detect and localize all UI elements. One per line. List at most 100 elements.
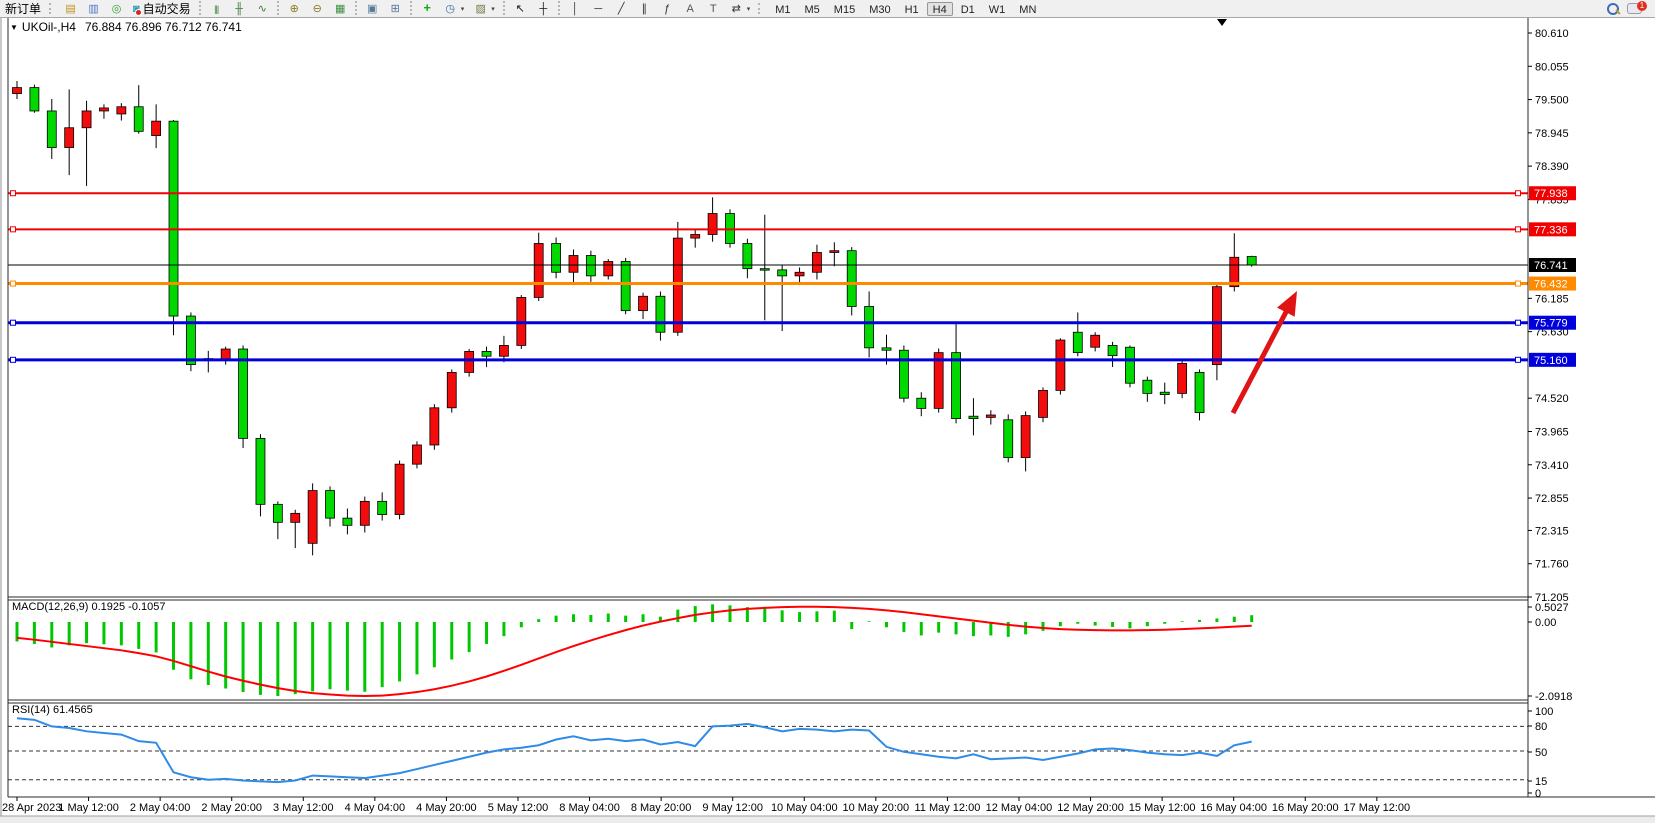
line-handle[interactable] (11, 227, 16, 232)
timeframe-m30-button[interactable]: M30 (863, 2, 896, 16)
add-indicator-icon: + (421, 1, 434, 14)
candle-chart-button[interactable]: ╫ (229, 2, 250, 17)
svg-text:8 May 20:00: 8 May 20:00 (631, 802, 692, 814)
line-handle[interactable] (1516, 191, 1521, 196)
text-button[interactable]: A (680, 2, 701, 17)
vertical-line-button[interactable]: │ (565, 2, 586, 17)
search-icon[interactable] (1605, 2, 1621, 16)
candle-chart-icon: ╫ (233, 3, 246, 16)
text-label-button[interactable]: T (703, 2, 724, 17)
chart-symbol: UKOil-,H4 (22, 20, 76, 34)
timeframe-w1-button[interactable]: W1 (983, 2, 1012, 16)
line-handle[interactable] (1516, 320, 1521, 325)
autotrading-label: 自动交易 (143, 2, 191, 16)
svg-text:10 May 20:00: 10 May 20:00 (843, 802, 910, 814)
zoom-in-button[interactable]: ⊕ (284, 2, 305, 17)
line-handle[interactable] (11, 357, 16, 362)
line-handle[interactable] (11, 191, 16, 196)
timeframe-m1-button[interactable]: M1 (769, 2, 796, 16)
arrange-tile-icon: ⊞ (389, 3, 402, 16)
crosshair-icon: ┼ (537, 3, 550, 16)
timeframe-m15-button[interactable]: M15 (828, 2, 861, 16)
shapes-button[interactable]: ⇄▾ (726, 2, 755, 17)
svg-text:16 May 20:00: 16 May 20:00 (1272, 802, 1339, 814)
svg-text:100: 100 (1535, 706, 1553, 718)
svg-text:78.945: 78.945 (1535, 128, 1569, 140)
price-chart[interactable]: 80.61080.05579.50078.94578.39077.83576.1… (0, 0, 1655, 823)
autotrading-button[interactable]: ◙ 自动交易 (129, 1, 195, 16)
svg-text:80.055: 80.055 (1535, 61, 1569, 73)
horizontal-line-button[interactable]: ─ (588, 2, 609, 17)
svg-text:12 May 04:00: 12 May 04:00 (986, 802, 1053, 814)
zoom-out-button[interactable]: ⊖ (307, 2, 328, 17)
svg-text:71.760: 71.760 (1535, 559, 1569, 571)
svg-text:80.610: 80.610 (1535, 28, 1569, 40)
bar-chart-icon: ||| (210, 3, 223, 16)
one-click-caret-icon[interactable]: ▼ (10, 23, 18, 32)
charts-window-button[interactable]: ▥ (83, 2, 104, 17)
chart-background (0, 17, 1655, 823)
line-handle[interactable] (1516, 357, 1521, 362)
line-handle[interactable] (11, 320, 16, 325)
add-indicator-button[interactable]: + (417, 0, 438, 15)
timeframe-d1-button[interactable]: D1 (955, 2, 981, 16)
svg-text:16 May 04:00: 16 May 04:00 (1200, 802, 1267, 814)
timeframe-h1-button[interactable]: H1 (899, 2, 925, 16)
svg-text:2 May 20:00: 2 May 20:00 (201, 802, 262, 814)
chevron-down-icon: ▾ (747, 3, 751, 17)
timeframe-m5-button[interactable]: M5 (799, 2, 826, 16)
toolbar-grip (503, 1, 505, 15)
line-handle[interactable] (11, 281, 16, 286)
templates-button[interactable]: ▨▾ (470, 2, 499, 17)
line-handle[interactable] (1516, 281, 1521, 286)
svg-text:0.5027: 0.5027 (1535, 602, 1569, 614)
svg-text:4 May 04:00: 4 May 04:00 (345, 802, 406, 814)
timeframe-mn-button[interactable]: MN (1013, 2, 1042, 16)
new-order-button[interactable]: 新订单 (1, 1, 45, 16)
svg-text:77.336: 77.336 (1534, 224, 1568, 236)
line-chart-icon: ∿ (256, 3, 269, 16)
toolbar-icon-groups: |||╫∿⊕⊖▦▣⊞+◷▾▨▾↖┼│─╱∥ƒAT⇄▾ (196, 0, 756, 17)
shapes-icon: ⇄ (730, 3, 743, 16)
tile-windows-button[interactable]: ▦ (330, 2, 351, 17)
trendline-button[interactable]: ╱ (611, 2, 632, 17)
fibonacci-button[interactable]: ƒ (657, 2, 678, 17)
channel-icon: ∥ (638, 3, 651, 16)
timeframe-h4-button[interactable]: H4 (927, 2, 953, 16)
svg-text:79.500: 79.500 (1535, 95, 1569, 107)
line-chart-button[interactable]: ∿ (252, 2, 273, 17)
svg-text:10 May 04:00: 10 May 04:00 (771, 802, 838, 814)
svg-text:50: 50 (1535, 747, 1547, 759)
toolbar-grip (355, 1, 357, 15)
svg-text:2 May 04:00: 2 May 04:00 (130, 802, 191, 814)
cursor-button[interactable]: ↖ (510, 2, 531, 17)
vertical-line-icon: │ (569, 3, 582, 16)
text-label-icon: T (707, 3, 720, 16)
periods-clock-button[interactable]: ◷▾ (440, 2, 469, 17)
new-order-label: 新订单 (5, 2, 41, 16)
arrange-tile-button[interactable]: ⊞ (385, 2, 406, 17)
horizontal-line-icon: ─ (592, 3, 605, 16)
market-radar-button[interactable]: ◎ (106, 2, 127, 17)
svg-text:76.432: 76.432 (1534, 279, 1568, 291)
crosshair-button[interactable]: ┼ (533, 2, 554, 17)
print-stack-button[interactable]: ▤ (60, 2, 81, 17)
toolbar-grip (758, 3, 764, 14)
notification-badge: 1 (1637, 1, 1647, 11)
channel-button[interactable]: ∥ (634, 2, 655, 17)
chart-ohlc: 76.884 76.896 76.712 76.741 (85, 20, 242, 34)
toolbar-grip (49, 3, 55, 14)
svg-text:1 May 12:00: 1 May 12:00 (58, 802, 119, 814)
svg-text:3 May 12:00: 3 May 12:00 (273, 802, 334, 814)
arrange-cascade-button[interactable]: ▣ (362, 2, 383, 17)
tile-windows-icon: ▦ (334, 3, 347, 16)
chart-title: ▼ UKOil-,H4 76.884 76.896 76.712 76.741 (10, 20, 242, 34)
notifications-icon[interactable]: 1 (1627, 1, 1647, 16)
svg-text:75.779: 75.779 (1534, 318, 1568, 330)
svg-text:80: 80 (1535, 721, 1547, 733)
line-handle[interactable] (1516, 227, 1521, 232)
svg-text:-2.0918: -2.0918 (1535, 691, 1572, 703)
bar-chart-button[interactable]: ||| (206, 2, 227, 17)
main-toolbar: 新订单 ▤▥◎ ◙ 自动交易 ||| ╫ ∿ ⊕⊖ ▦ ▣ ⊞ + ◷▾▨▾ ↖ ┼ │ ─ ╱ ∥ ƒAT ⇄… (0, 0, 1655, 18)
standard-icon-group: ▤▥◎ (59, 1, 128, 17)
